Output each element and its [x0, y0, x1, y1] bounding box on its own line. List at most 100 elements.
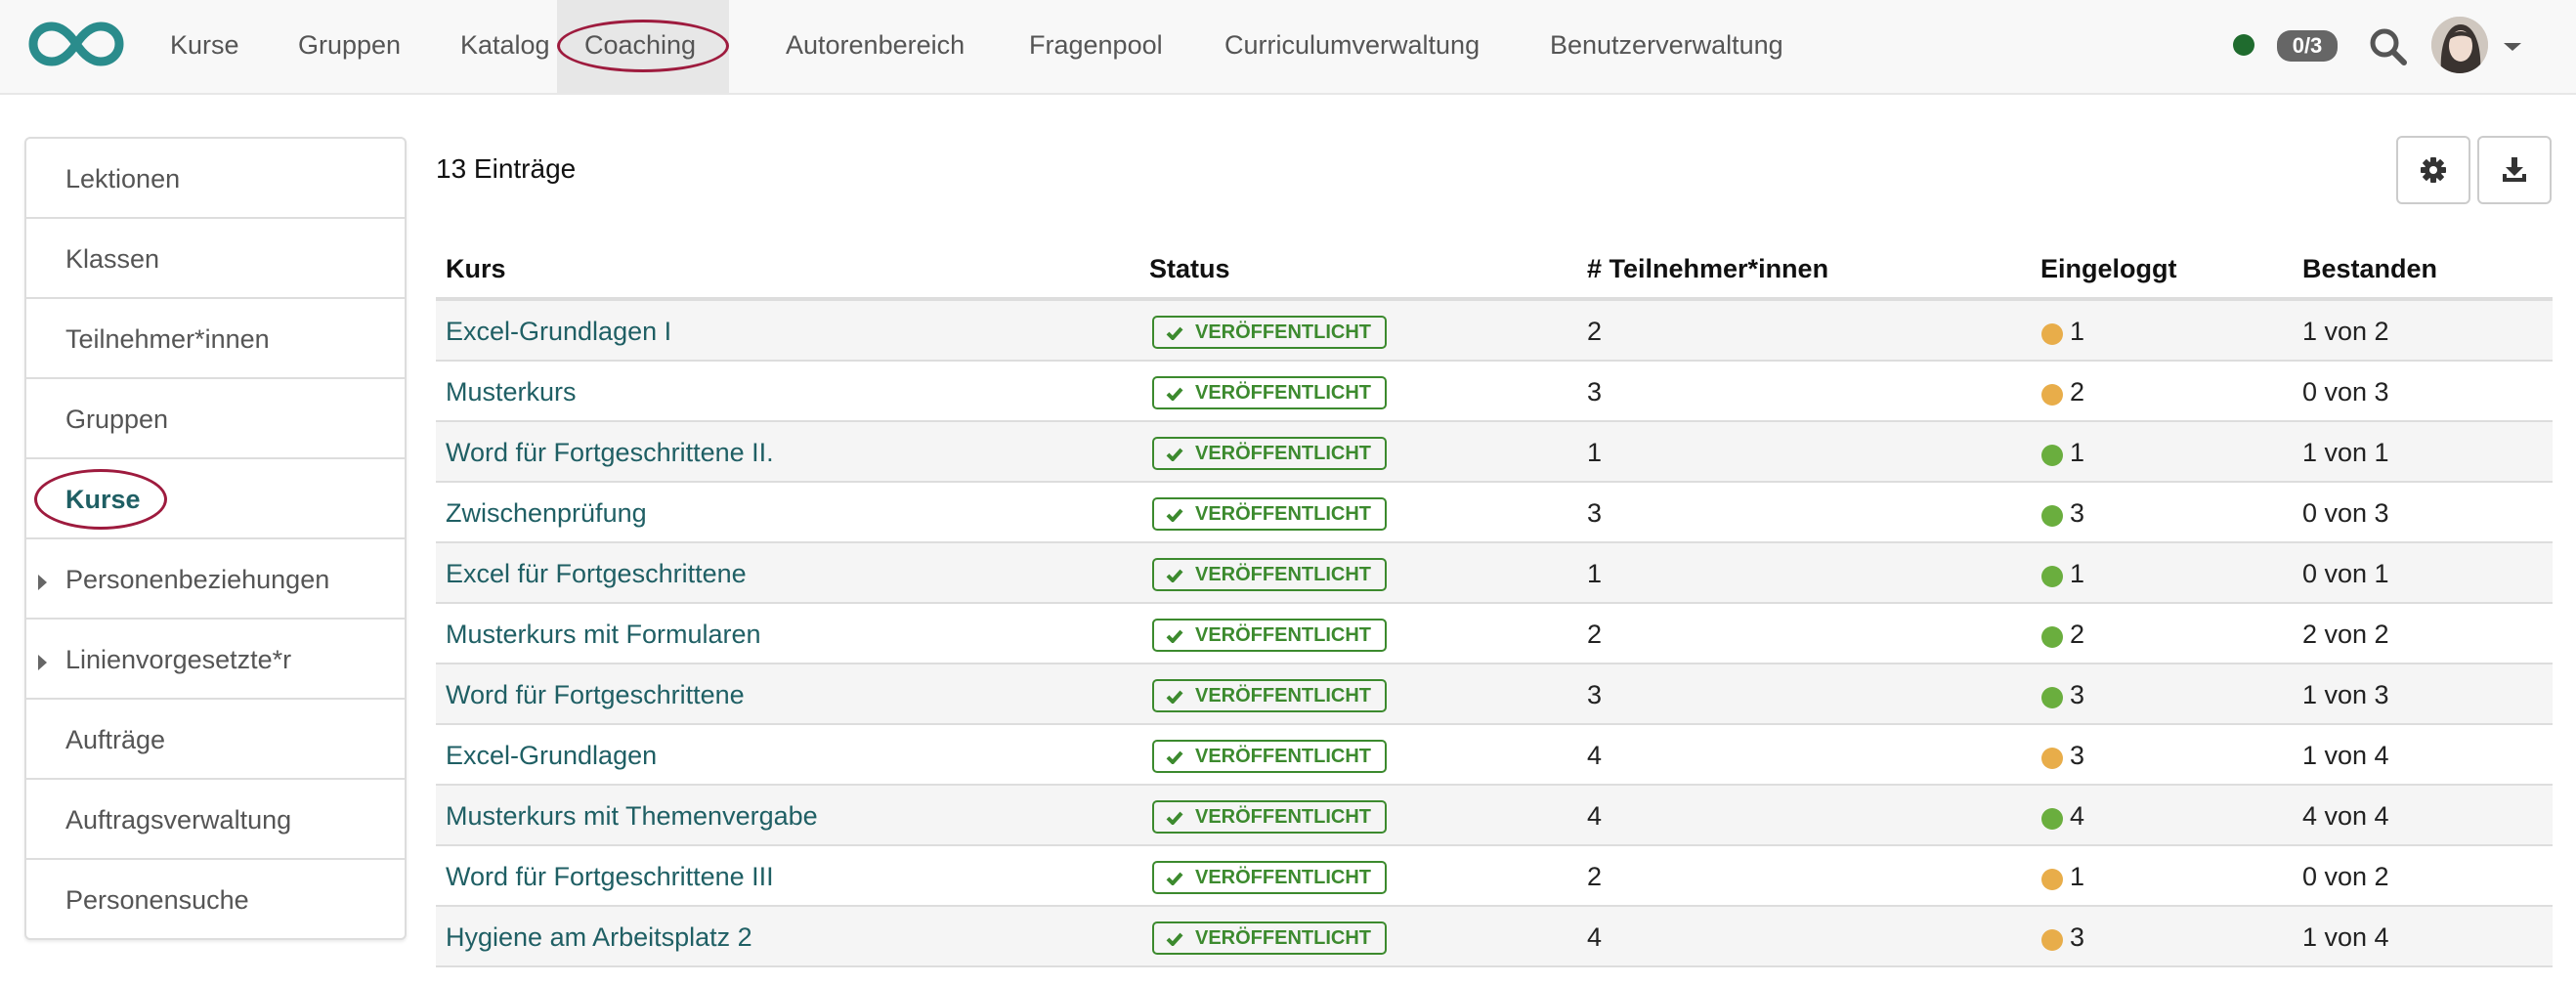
avatar-image	[2431, 17, 2488, 73]
checkmark-icon	[1166, 448, 1183, 461]
table-body: Excel-Grundlagen I VERÖFFENTLICHT 2 1 1 von …	[436, 301, 2553, 967]
status-badge-label: VERÖFFENTLICHT	[1195, 321, 1371, 343]
chevron-down-icon	[2504, 43, 2521, 51]
login-status-dot-icon	[2041, 384, 2063, 406]
sidebar-item-klassen[interactable]: Klassen	[26, 219, 405, 299]
nav-item-gruppen[interactable]: Gruppen	[298, 0, 401, 93]
nav-item-label: Benutzerverwaltung	[1550, 30, 1783, 60]
column-header-bestanden[interactable]: Bestanden	[2302, 254, 2437, 284]
course-link[interactable]: Hygiene am Arbeitsplatz 2	[446, 922, 752, 953]
sidebar-item-teilnehmer[interactable]: Teilnehmer*innen	[26, 299, 405, 379]
nav-item-curriculumverwaltung[interactable]: Curriculumverwaltung	[1224, 0, 1480, 93]
participants-count: 4	[1587, 801, 1603, 831]
passed-count: 0 von 3	[2302, 498, 2389, 528]
nav-item-katalog[interactable]: Katalog	[460, 0, 550, 93]
table-row: Musterkurs mit Formularen VERÖFFENTLICHT 2…	[436, 604, 2553, 664]
nav-item-autorenbereich[interactable]: Autorenbereich	[786, 0, 965, 93]
sidebar-item-label: Personenbeziehungen	[65, 565, 330, 594]
checkmark-icon	[1166, 811, 1183, 825]
participants-count: 3	[1587, 377, 1603, 407]
caret-right-icon[interactable]	[38, 575, 47, 590]
passed-count: 1 von 1	[2302, 438, 2389, 467]
sidebar-item-auftragsverwaltung[interactable]: Auftragsverwaltung	[26, 780, 405, 860]
search-icon	[2370, 28, 2407, 65]
logged-in-count: 2	[2070, 377, 2085, 407]
login-status-dot-icon	[2041, 869, 2063, 890]
course-link[interactable]: Zwischenprüfung	[446, 498, 647, 529]
course-link[interactable]: Musterkurs	[446, 377, 577, 407]
status-badge: VERÖFFENTLICHT	[1152, 921, 1387, 955]
course-link[interactable]: Excel für Fortgeschrittene	[446, 559, 747, 589]
participants-count: 1	[1587, 559, 1603, 588]
table-row: Word für Fortgeschrittene VERÖFFENTLICHT 3…	[436, 664, 2553, 725]
infinity-logo-icon[interactable]	[25, 18, 127, 70]
nav-item-label: Fragenpool	[1029, 30, 1163, 60]
status-badge: VERÖFFENTLICHT	[1152, 861, 1387, 894]
online-count-badge[interactable]: 0/3	[2277, 30, 2338, 62]
download-button[interactable]	[2477, 136, 2552, 204]
nav-item-label: Katalog	[460, 30, 550, 60]
passed-count: 1 von 2	[2302, 317, 2389, 346]
column-header-kurs[interactable]: Kurs	[446, 254, 506, 284]
logged-in-count: 2	[2070, 620, 2085, 649]
passed-count: 4 von 4	[2302, 801, 2389, 831]
sidebar-item-personensuche[interactable]: Personensuche	[26, 860, 405, 940]
course-link[interactable]: Word für Fortgeschrittene III	[446, 862, 774, 892]
logged-in-count: 3	[2070, 680, 2085, 709]
nav-item-coaching[interactable]: Coaching	[557, 0, 729, 93]
user-menu-toggle[interactable]	[2500, 39, 2525, 55]
checkmark-icon	[1166, 932, 1183, 946]
gear-icon	[2421, 157, 2446, 183]
participants-count: 4	[1587, 922, 1603, 952]
search-button[interactable]	[2367, 25, 2410, 68]
table-row: Musterkurs VERÖFFENTLICHT 3 2 0 von 3	[436, 362, 2553, 422]
logged-in-count: 3	[2070, 922, 2085, 952]
table-row: Word für Fortgeschrittene II. VERÖFFENTLI…	[436, 422, 2553, 483]
settings-button[interactable]	[2396, 136, 2470, 204]
status-badge-label: VERÖFFENTLICHT	[1195, 746, 1371, 767]
checkmark-icon	[1166, 508, 1183, 522]
online-status-icon	[2233, 34, 2254, 56]
status-badge: VERÖFFENTLICHT	[1152, 619, 1387, 652]
sidebar-item-gruppen[interactable]: Gruppen	[26, 379, 405, 459]
sidebar-item-label: Teilnehmer*innen	[65, 324, 270, 354]
download-icon	[2503, 157, 2526, 182]
logged-in-count: 1	[2070, 862, 2085, 891]
checkmark-icon	[1166, 387, 1183, 401]
course-link[interactable]: Musterkurs mit Formularen	[446, 620, 761, 650]
course-link[interactable]: Excel-Grundlagen I	[446, 317, 671, 347]
passed-count: 1 von 4	[2302, 922, 2389, 952]
nav-item-fragenpool[interactable]: Fragenpool	[1029, 0, 1163, 93]
column-header-status[interactable]: Status	[1149, 254, 1230, 284]
column-header-teilnehmer[interactable]: # Teilnehmer*innen	[1587, 254, 1828, 284]
course-link[interactable]: Word für Fortgeschrittene	[446, 680, 745, 710]
top-navbar: Kurse Gruppen Katalog Coaching Autorenbereic…	[0, 0, 2576, 95]
nav-item-kurse[interactable]: Kurse	[170, 0, 239, 93]
table-row: Excel-Grundlagen I VERÖFFENTLICHT 2 1 1 von …	[436, 301, 2553, 362]
sidebar-item-personenbeziehungen[interactable]: Personenbeziehungen	[26, 539, 405, 620]
login-status-dot-icon	[2041, 748, 2063, 769]
column-header-eingeloggt[interactable]: Eingeloggt	[2040, 254, 2176, 284]
course-link[interactable]: Word für Fortgeschrittene II.	[446, 438, 774, 468]
nav-item-benutzerverwaltung[interactable]: Benutzerverwaltung	[1550, 0, 1783, 93]
participants-count: 1	[1587, 438, 1603, 467]
sidebar-item-lektionen[interactable]: Lektionen	[26, 139, 405, 219]
caret-right-icon[interactable]	[38, 655, 47, 670]
login-status-dot-icon	[2041, 566, 2063, 587]
logged-in-count: 1	[2070, 559, 2085, 588]
courses-table: Kurs Status # Teilnehmer*innen Eingelogg…	[436, 240, 2553, 967]
passed-count: 0 von 3	[2302, 377, 2389, 407]
avatar[interactable]	[2431, 17, 2488, 73]
sidebar-item-kurse[interactable]: Kurse	[26, 459, 405, 539]
status-badge: VERÖFFENTLICHT	[1152, 800, 1387, 834]
sidebar-item-auftraege[interactable]: Aufträge	[26, 700, 405, 780]
sidebar-item-label: Klassen	[65, 244, 160, 274]
logged-in-count: 3	[2070, 741, 2085, 770]
passed-count: 1 von 4	[2302, 741, 2389, 770]
status-badge-label: VERÖFFENTLICHT	[1195, 927, 1371, 949]
participants-count: 2	[1587, 620, 1603, 649]
checkmark-icon	[1166, 750, 1183, 764]
sidebar-item-linienvorgesetzte[interactable]: Linienvorgesetzte*r	[26, 620, 405, 700]
course-link[interactable]: Excel-Grundlagen	[446, 741, 657, 771]
course-link[interactable]: Musterkurs mit Themenvergabe	[446, 801, 818, 832]
